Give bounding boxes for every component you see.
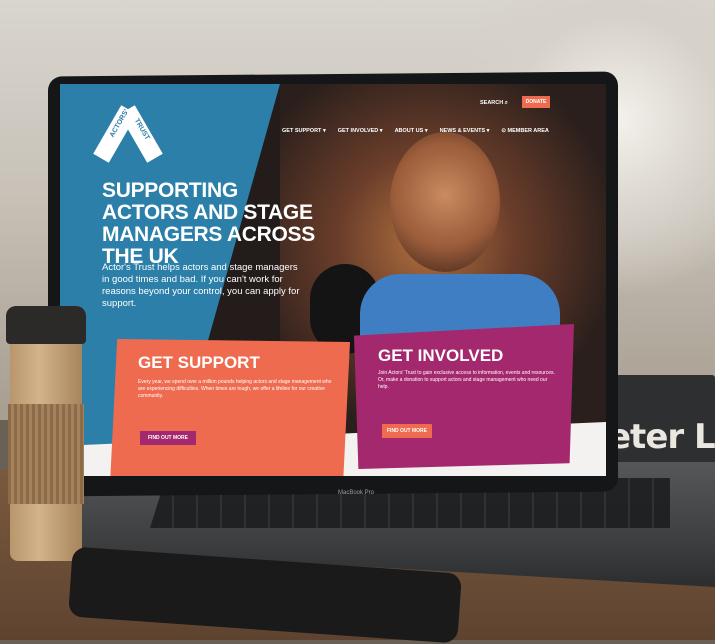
hero-headline: SUPPORTING ACTORS AND STAGE MANAGERS ACR…: [102, 179, 315, 268]
singer-person: [390, 132, 500, 272]
get-involved-find-out-more-button[interactable]: FIND OUT MORE: [382, 424, 432, 438]
get-involved-body: Join Actors' Trust to gain exclusive acc…: [378, 370, 555, 390]
get-support-body: Every year, we spend over a million poun…: [138, 379, 332, 399]
laptop-screen: ACTORS' TRUST SEARCH ⌕ DONATE GET SUPPOR…: [60, 84, 606, 476]
get-support-title: GET SUPPORT: [138, 353, 260, 372]
get-involved-card: GET INVOLVED Join Actors' Trust to gain …: [354, 324, 574, 469]
nav-news-events[interactable]: NEWS & EVENTS ▾: [440, 128, 490, 134]
main-nav: GET SUPPORT ▾ GET INVOLVED ▾ ABOUT US ▾ …: [282, 128, 549, 134]
search-link[interactable]: SEARCH ⌕: [480, 100, 508, 107]
hero-intro: Actor's Trust helps actors and stage man…: [102, 262, 300, 309]
coffee-cup: [6, 306, 86, 561]
nav-get-support[interactable]: GET SUPPORT ▾: [282, 128, 326, 134]
book-title: eter Lin: [608, 417, 715, 457]
laptop-brand-label: MacBook Pro: [338, 490, 375, 496]
donate-button[interactable]: DONATE: [522, 96, 550, 108]
get-involved-title: GET INVOLVED: [378, 346, 504, 365]
search-icon: ⌕: [504, 100, 508, 106]
nav-about-us[interactable]: ABOUT US ▾: [395, 128, 428, 134]
get-support-card: GET SUPPORT Every year, we spend over a …: [110, 339, 350, 476]
nav-get-involved[interactable]: GET INVOLVED ▾: [338, 128, 383, 134]
nav-member-area[interactable]: ⊙ MEMBER AREA: [501, 128, 549, 134]
actors-trust-logo[interactable]: ACTORS' TRUST: [93, 102, 163, 163]
get-support-find-out-more-button[interactable]: FIND OUT MORE: [140, 431, 196, 445]
